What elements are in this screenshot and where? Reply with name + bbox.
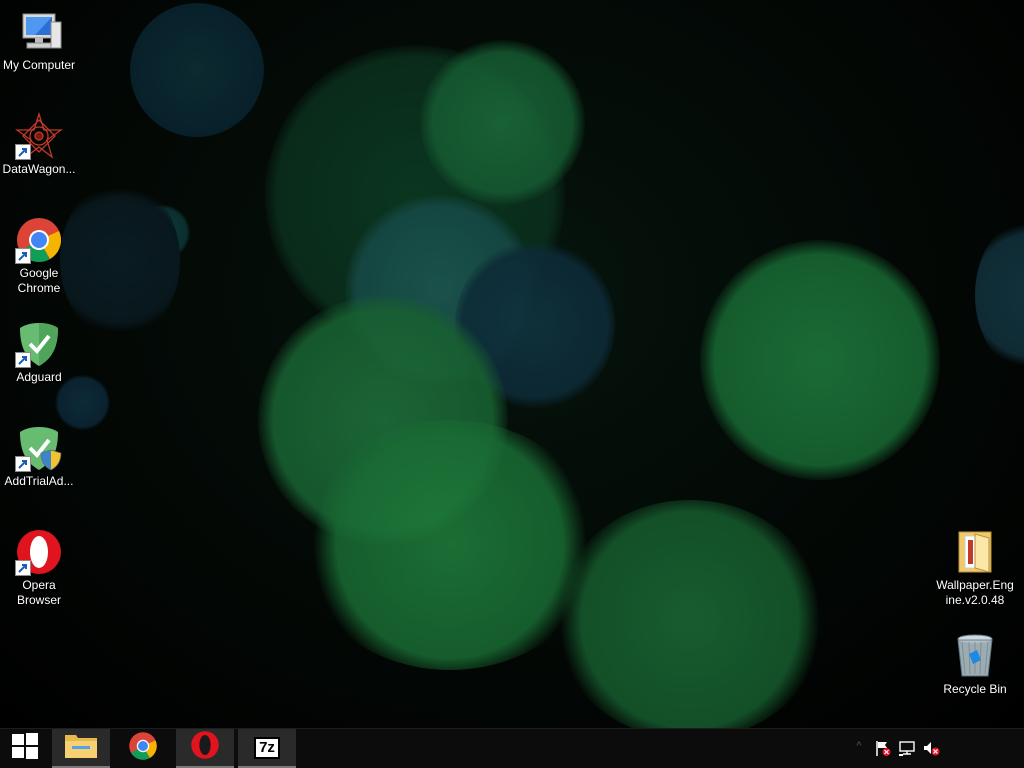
desktop-icon-label: My Computer (2, 58, 76, 72)
recycle-bin-icon (951, 632, 999, 680)
volume-muted-icon[interactable] (922, 739, 940, 757)
chrome-icon (15, 216, 63, 264)
desktop-icon-label: Google Chrome (17, 266, 61, 295)
taskbar-file-explorer-button[interactable] (52, 729, 110, 768)
taskbar-opera-button[interactable] (176, 729, 234, 768)
desktop-icon-recycle-bin[interactable]: Recycle Bin (936, 632, 1014, 697)
desktop-wallpaper (0, 0, 1024, 728)
desktop-icon-adguard[interactable]: Adguard (0, 320, 78, 385)
adguard-shield-uac-icon (15, 424, 63, 472)
desktop-icon-google-chrome[interactable]: Google Chrome (0, 216, 78, 296)
folder-icon (951, 528, 999, 576)
shortcut-arrow-icon (15, 352, 31, 368)
desktop-icon-datawagon[interactable]: DataWagon... (0, 111, 78, 177)
datawagon-icon (14, 111, 64, 160)
tray-overflow-chevron[interactable]: ^ (850, 740, 868, 758)
shortcut-arrow-icon (15, 560, 31, 576)
desktop-icon-label: Wallpaper.Engine.v2.0.48 (936, 578, 1014, 607)
taskbar-chrome-button[interactable] (114, 729, 172, 768)
shortcut-arrow-icon (15, 456, 31, 472)
shortcut-arrow-icon (15, 144, 31, 160)
desktop-icon-label: Adguard (16, 370, 62, 384)
adguard-icon (15, 320, 63, 368)
opera-icon (190, 730, 220, 765)
start-button[interactable] (0, 729, 50, 768)
computer-icon (15, 8, 63, 56)
desktop-icon-addtrialad[interactable]: AddTrialAd... (0, 424, 78, 489)
7zip-label: 7z (259, 738, 275, 756)
desktop-icon-wallpaper-engine-folder[interactable]: Wallpaper.Engine.v2.0.48 (936, 528, 1014, 608)
taskbar: 7z ^ (0, 728, 1024, 768)
action-center-flag-icon[interactable] (874, 739, 892, 757)
desktop-icon-label: Opera Browser (16, 578, 61, 607)
network-icon[interactable] (898, 739, 916, 757)
shortcut-arrow-icon (15, 248, 31, 264)
opera-icon (15, 528, 63, 576)
chrome-icon (128, 731, 158, 766)
taskbar-7zip-button[interactable]: 7z (238, 729, 296, 768)
file-explorer-icon (64, 731, 98, 764)
desktop-icon-label: Recycle Bin (943, 682, 1007, 696)
windows-logo-icon (12, 733, 38, 764)
desktop-icon-label: AddTrialAd... (4, 474, 74, 488)
desktop-icon-my-computer[interactable]: My Computer (0, 8, 78, 73)
desktop-icon-opera-browser[interactable]: Opera Browser (0, 528, 78, 608)
desktop-icon-label: DataWagon... (2, 162, 76, 176)
7zip-icon: 7z (254, 736, 280, 759)
